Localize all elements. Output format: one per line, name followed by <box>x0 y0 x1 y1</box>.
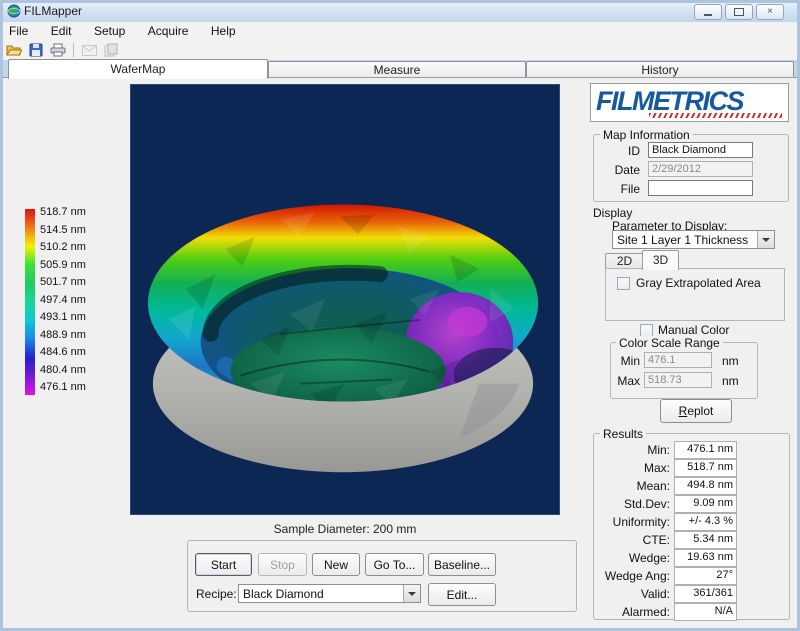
scale-tick: 501.7 nm <box>40 274 110 292</box>
logo-hatch <box>649 113 782 118</box>
result-value: N/A <box>674 603 737 621</box>
color-scale-labels: 518.7 nm 514.5 nm 510.2 nm 505.9 nm 501.… <box>40 204 110 397</box>
menu-help[interactable]: Help <box>202 22 245 40</box>
result-label: Mean: <box>595 479 670 493</box>
max-label: Max <box>608 374 640 388</box>
color-scale-range-title: Color Scale Range <box>616 336 723 350</box>
result-value: 9.09 nm <box>674 495 737 513</box>
scale-tick: 493.1 nm <box>40 309 110 327</box>
recipe-label: Recipe: <box>196 587 237 601</box>
result-value: 518.7 nm <box>674 459 737 477</box>
scale-tick: 484.6 nm <box>40 344 110 362</box>
tab-3d[interactable]: 3D <box>642 250 679 270</box>
max-field <box>644 372 712 388</box>
result-label: Std.Dev: <box>595 497 670 511</box>
toolbar-separator <box>73 43 74 57</box>
tab-wafermap[interactable]: WaferMap <box>8 59 268 79</box>
goto-button[interactable]: Go To... <box>365 553 424 576</box>
app-icon <box>7 4 21 18</box>
min-label: Min <box>608 354 640 368</box>
min-unit: nm <box>722 354 739 368</box>
scale-tick: 497.4 nm <box>40 292 110 310</box>
scale-tick: 480.4 nm <box>40 362 110 380</box>
result-label: Uniformity: <box>595 515 670 529</box>
window-title: FILMapper <box>24 4 82 18</box>
scale-tick: 505.9 nm <box>40 257 110 275</box>
result-label: Min: <box>595 443 670 457</box>
export-icon <box>102 42 120 59</box>
close-button[interactable]: × <box>756 4 784 20</box>
min-field <box>644 352 712 368</box>
scale-tick: 518.7 nm <box>40 204 110 222</box>
filmetrics-logo: FILMETRICS <box>590 83 789 122</box>
chevron-down-icon[interactable] <box>757 231 774 248</box>
stop-button: Stop <box>258 553 307 576</box>
parameter-value: Site 1 Layer 1 Thickness <box>613 233 757 247</box>
manual-color-label: Manual Color <box>658 323 729 337</box>
parameter-dropdown[interactable]: Site 1 Layer 1 Thickness <box>612 230 775 249</box>
result-label: Max: <box>595 461 670 475</box>
open-folder-icon[interactable] <box>5 42 23 59</box>
wafer-3d-plot[interactable] <box>130 84 560 515</box>
recipe-value: Black Diamond <box>239 587 403 601</box>
file-label: File <box>600 182 640 196</box>
print-icon[interactable] <box>49 42 67 59</box>
gray-extrapolated-checkbox[interactable] <box>617 277 630 290</box>
menu-bar: File Edit Setup Acquire Help <box>0 22 800 40</box>
scale-tick: 488.9 nm <box>40 327 110 345</box>
scale-tick: 514.5 nm <box>40 222 110 240</box>
result-value: 5.34 nm <box>674 531 737 549</box>
scale-tick: 510.2 nm <box>40 239 110 257</box>
new-button[interactable]: New <box>312 553 360 576</box>
toolbar <box>0 40 800 60</box>
email-icon <box>80 42 98 59</box>
result-value: 361/361 <box>674 585 737 603</box>
max-unit: nm <box>722 374 739 388</box>
title-bar[interactable]: FILMapper × <box>0 0 800 23</box>
minimize-button[interactable] <box>694 4 722 20</box>
save-icon[interactable] <box>27 42 45 59</box>
recipe-dropdown[interactable]: Black Diamond <box>238 584 421 603</box>
display-title: Display <box>593 206 632 220</box>
menu-acquire[interactable]: Acquire <box>139 22 198 40</box>
results-title: Results <box>600 427 646 441</box>
id-label: ID <box>600 144 640 158</box>
baseline-button[interactable]: Baseline... <box>428 553 496 576</box>
tab-2d[interactable]: 2D <box>605 253 644 269</box>
scale-tick: 476.1 nm <box>40 379 110 397</box>
map-info-title: Map Information <box>600 128 693 142</box>
replot-button[interactable]: Replot <box>660 399 732 423</box>
chevron-down-icon[interactable] <box>403 585 420 602</box>
file-field[interactable] <box>648 180 753 196</box>
result-label: Alarmed: <box>595 605 670 619</box>
gray-extrapolated-label: Gray Extrapolated Area <box>636 276 761 290</box>
date-field <box>648 161 753 177</box>
edit-button[interactable]: Edit... <box>428 583 496 606</box>
result-label: CTE: <box>595 533 670 547</box>
color-scale-range-box <box>610 342 758 399</box>
result-value: 494.8 nm <box>674 477 737 495</box>
tab-measure[interactable]: Measure <box>268 61 526 78</box>
menu-edit[interactable]: Edit <box>42 22 81 40</box>
menu-file[interactable]: File <box>0 22 37 40</box>
result-label: Wedge: <box>595 551 670 565</box>
result-value: 476.1 nm <box>674 441 737 459</box>
id-field[interactable] <box>648 142 753 158</box>
maximize-button[interactable] <box>725 4 753 20</box>
result-value: 19.63 nm <box>674 549 737 567</box>
result-label: Valid: <box>595 587 670 601</box>
wafer-surface <box>131 85 559 514</box>
start-button[interactable]: Start <box>195 553 252 576</box>
sample-diameter-text: Sample Diameter: 200 mm <box>130 522 560 536</box>
color-scale-bar <box>25 209 35 395</box>
result-label: Wedge Ang: <box>595 569 670 583</box>
date-label: Date <box>600 163 640 177</box>
result-value: +/- 4.3 % <box>674 513 737 531</box>
tab-history[interactable]: History <box>526 61 794 78</box>
menu-setup[interactable]: Setup <box>85 22 134 40</box>
result-value: 27° <box>674 567 737 585</box>
